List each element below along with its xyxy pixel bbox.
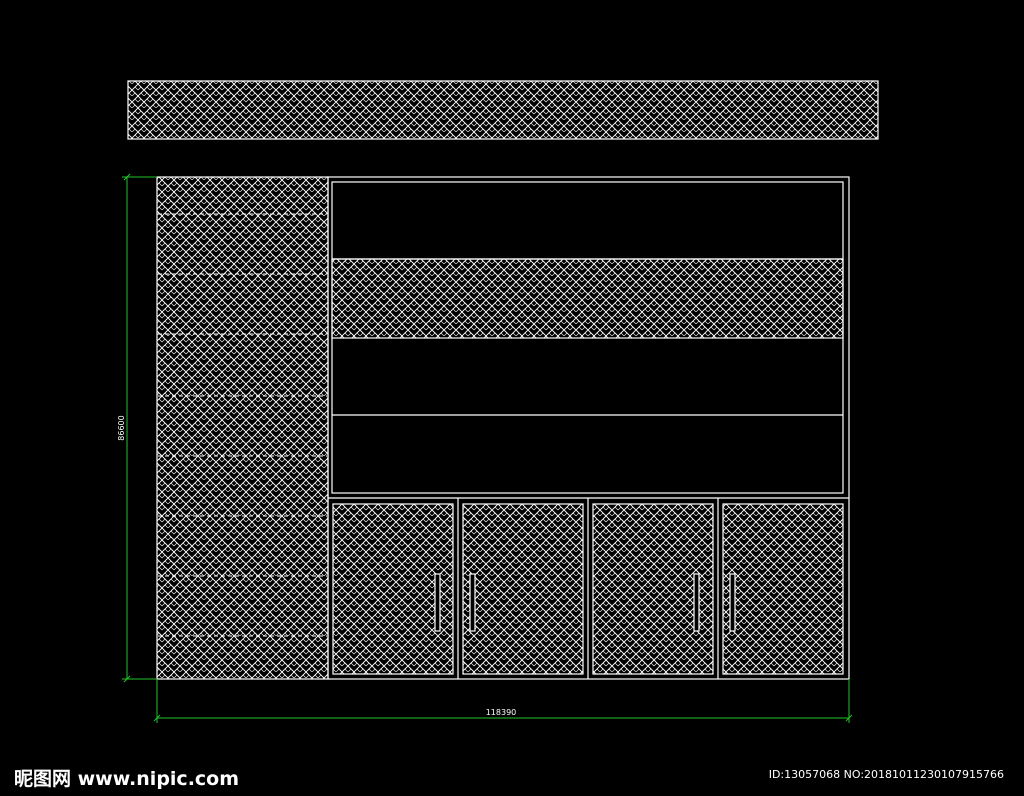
- width-dimension-label: 118390: [486, 708, 517, 717]
- door-handle-2: [469, 573, 476, 632]
- hatched-shelf-band: [331, 258, 844, 339]
- watermark-site: 昵图网 www.nipic.com: [14, 768, 240, 790]
- door-handle-3: [693, 573, 700, 632]
- cad-elevation-drawing: 86600 118390: [117, 80, 879, 723]
- cabinet-door-2: [462, 503, 584, 675]
- height-dimension: [122, 173, 157, 683]
- top-valance-panel: [127, 80, 879, 140]
- watermark-id: ID:13057068 NO:20181011230107915766: [768, 768, 1004, 781]
- height-dimension-label: 86600: [117, 415, 126, 440]
- cabinet-door-4: [722, 503, 844, 675]
- door-handle-1: [434, 573, 441, 632]
- left-tall-panel: [156, 176, 329, 680]
- door-handle-4: [729, 573, 736, 632]
